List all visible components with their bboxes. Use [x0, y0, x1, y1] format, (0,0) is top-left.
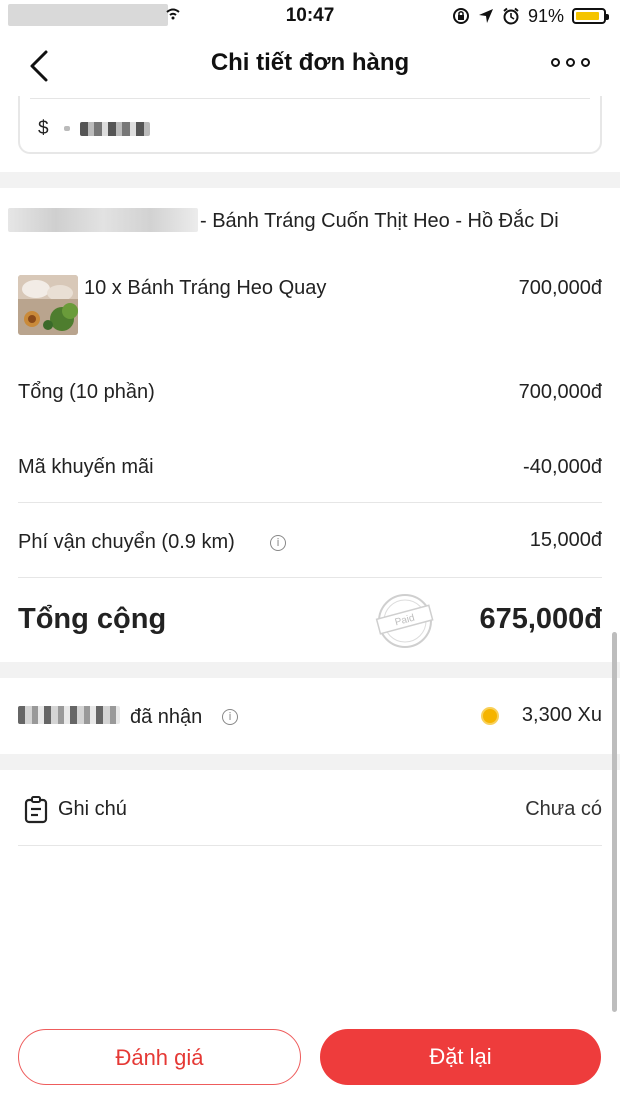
address-blur: [64, 126, 70, 131]
shipping-value: 15,000đ: [529, 529, 602, 551]
row-divider: [18, 577, 602, 578]
more-options-icon[interactable]: [551, 58, 590, 67]
address-blur-2: [80, 122, 150, 136]
total-value: 675,000đ: [479, 603, 602, 635]
food-image: [18, 275, 78, 335]
shipping-info-icon[interactable]: i: [270, 535, 286, 551]
page-title: Chi tiết đơn hàng: [210, 49, 410, 76]
location-icon: [478, 9, 493, 23]
battery-percent: 91%: [527, 5, 564, 26]
note-value[interactable]: Chưa có: [525, 798, 602, 821]
reward-info-icon[interactable]: i: [222, 709, 238, 725]
rate-button[interactable]: Đánh giá: [18, 1029, 301, 1085]
note-label: Ghi chú: [58, 798, 127, 820]
section-separator: [0, 662, 620, 678]
shipping-label: Phí vận chuyển (0.9 km): [18, 531, 235, 553]
paid-stamp-icon: Paid: [375, 594, 434, 648]
promo-label: Mã khuyến mãi: [18, 456, 154, 478]
address-prefix: $: [38, 118, 49, 139]
reward-value: 3,300 Xu: [521, 704, 602, 726]
row-divider: [18, 502, 602, 503]
row-divider: [18, 845, 602, 846]
battery-icon: [572, 8, 609, 24]
note-icon: [24, 796, 48, 824]
alarm-icon: [503, 7, 519, 25]
reorder-button[interactable]: Đặt lại: [320, 1029, 601, 1085]
promo-value: -40,000đ: [523, 456, 602, 478]
item-name: 10 x Bánh Tráng Heo Quay: [84, 277, 327, 299]
address-divider: [30, 98, 590, 99]
coin-icon: [481, 707, 499, 725]
shop-name-blur: [8, 208, 198, 232]
item-price: 700,000đ: [518, 277, 602, 299]
section-separator: [0, 754, 620, 770]
section-separator: [0, 172, 620, 188]
orientation-lock-icon: [452, 8, 469, 24]
status-bar: 10:47 91%: [0, 0, 620, 34]
status-right: 91%: [452, 4, 609, 28]
scrollbar[interactable]: [612, 632, 617, 1012]
total-label: Tổng cộng: [18, 603, 167, 635]
shop-name[interactable]: - Bánh Tráng Cuốn Thịt Heo - Hồ Đắc Di: [200, 210, 559, 233]
subtotal-value: 700,000đ: [518, 381, 602, 403]
subtotal-label: Tổng (10 phần): [18, 381, 155, 403]
reward-blur: [18, 706, 120, 724]
reward-label: đã nhận: [130, 706, 203, 728]
